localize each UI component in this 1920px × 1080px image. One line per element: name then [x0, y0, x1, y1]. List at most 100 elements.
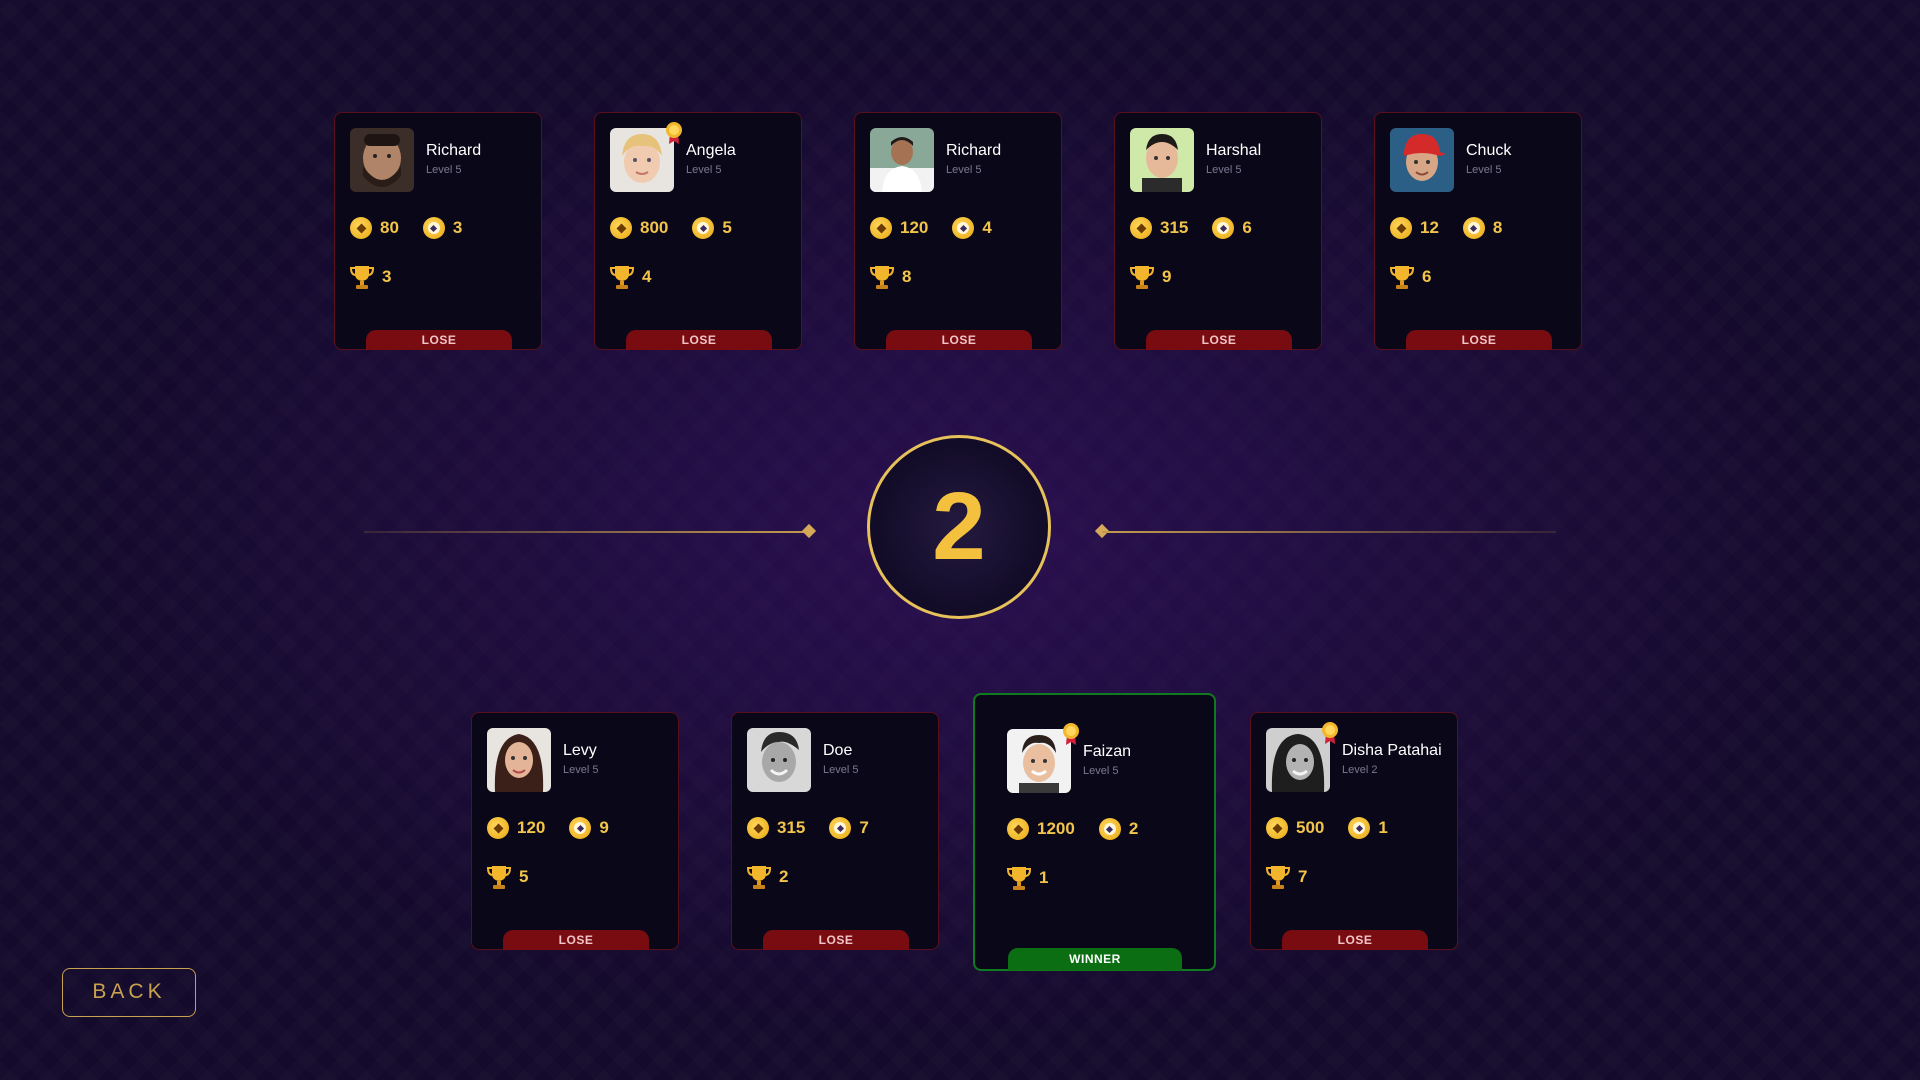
trophy-count: 4 [642, 267, 652, 286]
trophy-row: 9 [1130, 264, 1171, 290]
round-indicator: 2 [867, 435, 1051, 619]
gem-count: 6 [1242, 218, 1252, 237]
player-level: Level 5 [946, 164, 982, 176]
back-button[interactable]: BACK [62, 968, 196, 1017]
man-red-cap-avatar [1390, 128, 1454, 192]
coin-icon [610, 217, 632, 239]
medal-icon [1063, 723, 1079, 745]
player-card[interactable]: Richard Level 5 120 4 8 LOSE [854, 112, 1062, 350]
coin-count: 120 [517, 818, 546, 837]
player-name: Disha Patahai [1342, 742, 1442, 759]
gem-icon [952, 217, 975, 239]
player-name: Faizan [1083, 743, 1132, 760]
trophy-icon [747, 866, 771, 889]
coin-count: 80 [380, 218, 399, 237]
player-name: Levy [563, 742, 597, 759]
player-level: Level 2 [1342, 764, 1378, 776]
trophy-row: 1 [1007, 865, 1048, 891]
player-card-winner[interactable]: Faizan Level 5 1200 2 1 WINNER [973, 693, 1216, 971]
currency-row: 800 5 [610, 217, 732, 239]
gem-icon [1212, 217, 1235, 239]
gem-icon [1348, 817, 1371, 839]
coin-icon [1130, 217, 1152, 239]
man-white-shirt-avatar [870, 128, 934, 192]
coin-icon [1266, 817, 1288, 839]
coin-count: 1200 [1037, 819, 1075, 838]
player-card[interactable]: Disha Patahai Level 2 500 1 7 LOSE [1250, 712, 1458, 950]
player-card[interactable]: Doe Level 5 315 7 2 LOSE [731, 712, 939, 950]
trophy-count: 6 [1422, 267, 1432, 286]
currency-row: 1200 2 [1007, 818, 1138, 840]
result-badge-lose: LOSE [366, 330, 512, 350]
trophy-row: 7 [1266, 864, 1307, 890]
currency-row: 80 3 [350, 217, 462, 239]
result-badge-lose: LOSE [626, 330, 772, 350]
gem-icon [1462, 217, 1485, 239]
trophy-icon [1390, 266, 1414, 289]
man-bw-photo-avatar [747, 728, 811, 792]
trophy-count: 5 [519, 867, 529, 886]
player-card[interactable]: Richard Level 5 80 3 3 LOSE [334, 112, 542, 350]
gem-count: 3 [452, 218, 463, 237]
result-badge-lose: LOSE [1406, 330, 1552, 350]
result-badge-lose: LOSE [1282, 930, 1428, 950]
trophy-row: 3 [350, 264, 391, 290]
currency-row: 120 9 [487, 817, 609, 839]
trophy-icon [1130, 266, 1154, 289]
trophy-count: 9 [1162, 267, 1172, 286]
trophy-row: 4 [610, 264, 651, 290]
player-card[interactable]: Angela Level 5 800 5 4 LOSE [594, 112, 802, 350]
divider-line-left [364, 531, 806, 533]
gem-icon [422, 217, 445, 239]
coin-count: 315 [777, 818, 806, 837]
coin-icon [1007, 818, 1029, 840]
currency-row: 315 6 [1130, 217, 1252, 239]
currency-row: 315 7 [747, 817, 869, 839]
player-name: Doe [823, 742, 853, 759]
coin-count: 12 [1420, 218, 1439, 237]
medal-icon [1322, 722, 1338, 744]
divider-diamond-left [801, 523, 817, 539]
gem-count: 1 [1378, 818, 1388, 837]
trophy-icon [487, 866, 511, 889]
player-level: Level 5 [823, 764, 859, 776]
player-level: Level 5 [1466, 164, 1502, 176]
gem-count: 7 [859, 818, 869, 837]
trophy-count: 2 [779, 867, 789, 886]
currency-row: 500 1 [1266, 817, 1388, 839]
man-green-bg-avatar [1130, 128, 1194, 192]
player-level: Level 5 [426, 164, 462, 176]
player-card[interactable]: Levy Level 5 120 9 5 LOSE [471, 712, 679, 950]
trophy-icon [870, 266, 894, 289]
coin-count: 500 [1296, 818, 1325, 837]
trophy-row: 5 [487, 864, 528, 890]
gem-count: 2 [1128, 819, 1139, 838]
currency-row: 120 4 [870, 217, 992, 239]
player-level: Level 5 [686, 164, 722, 176]
trophy-icon [350, 266, 374, 289]
gem-count: 8 [1492, 218, 1503, 237]
coin-icon [870, 217, 892, 239]
result-badge-winner: WINNER [1008, 948, 1182, 970]
player-name: Richard [946, 142, 1002, 159]
result-badge-lose: LOSE [1146, 330, 1292, 350]
gem-icon [829, 817, 852, 839]
player-card[interactable]: Harshal Level 5 315 6 9 LOSE [1114, 112, 1322, 350]
coin-icon [1390, 217, 1412, 239]
result-badge-lose: LOSE [503, 930, 649, 950]
player-name: Harshal [1206, 142, 1262, 159]
trophy-icon [1007, 867, 1031, 890]
gem-icon [569, 817, 592, 839]
trophy-count: 3 [382, 267, 392, 286]
player-name: Richard [426, 142, 482, 159]
player-card[interactable]: Chuck Level 5 12 8 6 LOSE [1374, 112, 1582, 350]
gem-icon [1098, 818, 1121, 840]
trophy-icon [1266, 866, 1290, 889]
coin-icon [487, 817, 509, 839]
trophy-count: 1 [1039, 868, 1049, 887]
player-level: Level 5 [1083, 765, 1119, 777]
gem-count: 4 [982, 218, 992, 237]
result-badge-lose: LOSE [886, 330, 1032, 350]
divider-line-right [1102, 531, 1556, 533]
result-badge-lose: LOSE [763, 930, 909, 950]
